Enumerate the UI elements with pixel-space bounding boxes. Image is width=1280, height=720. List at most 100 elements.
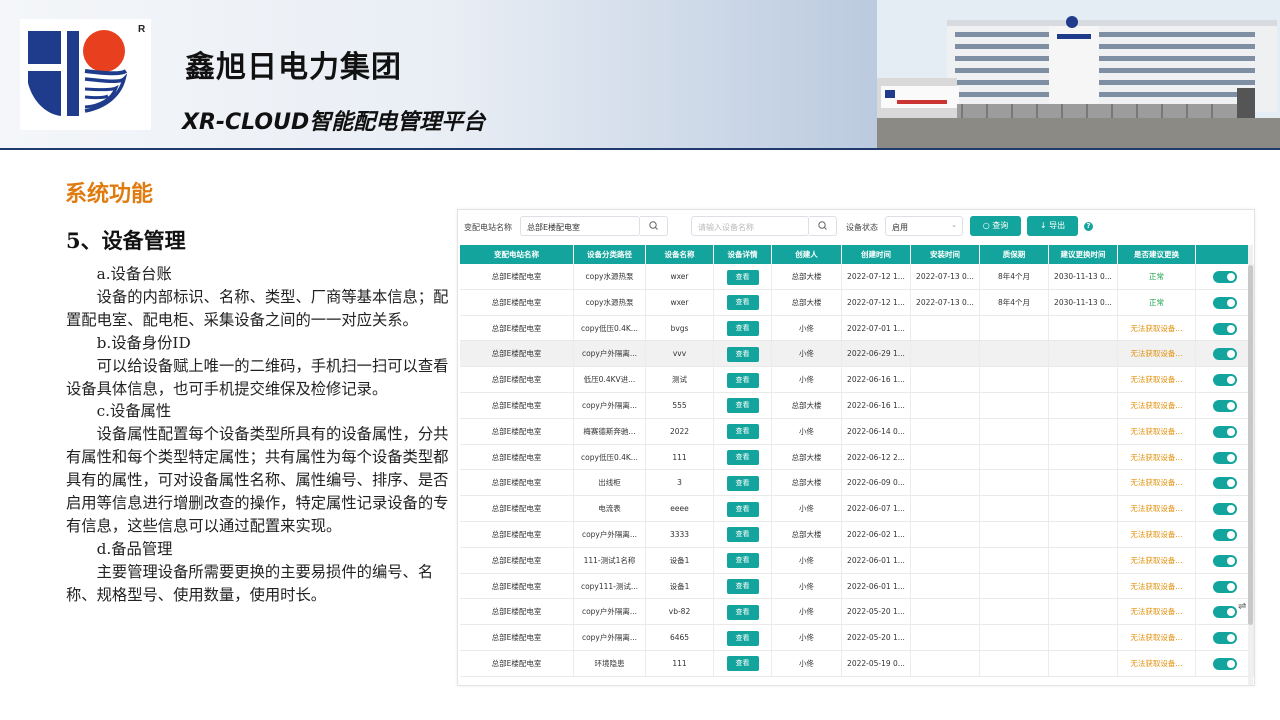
view-details-button[interactable]: 查看 — [726, 424, 759, 440]
view-details-button[interactable]: 查看 — [726, 346, 759, 362]
help-icon[interactable]: ? — [1084, 222, 1093, 231]
station-input[interactable]: 总部E楼配电室 — [520, 216, 640, 236]
query-button[interactable]: ○ 查询 — [970, 216, 1021, 236]
table-row[interactable]: 总部E楼配电室 copy水源热泵 wxer 查看 总部大楼 2022-07-12 1...… — [460, 264, 1254, 290]
column-header[interactable]: 变配电站名称 — [460, 245, 574, 264]
table-cell: vb-82 — [646, 599, 714, 625]
view-details-button[interactable]: 查看 — [726, 475, 759, 491]
scrollbar-thumb[interactable] — [1248, 265, 1253, 625]
enable-toggle[interactable] — [1212, 451, 1237, 464]
device-name-input[interactable]: 请输入设备名称 — [691, 216, 809, 236]
replace-advice-status: 无法获取设备... — [1130, 452, 1183, 462]
table-row[interactable]: 总部E楼配电室 低压0.4KV进... 测试 查看 小佟 2022-06-16 1... 无… — [460, 367, 1254, 393]
table-row[interactable]: 总部E楼配电室 copy户外隔离... 555 查看 总部大楼 2022-06-16 1.… — [460, 392, 1254, 419]
table-row[interactable]: 总部E楼配电室 copy水源热泵 wxer 查看 总部大楼 2022-07-12 1...… — [460, 289, 1254, 316]
table-row[interactable]: 总部E楼配电室 copy户外隔离... 6465 查看 小佟 2022-05-20 1..… — [460, 625, 1254, 651]
table-row[interactable]: 总部E楼配电室 出线柜 3 查看 总部大楼 2022-06-09 0... 无法获取设备..… — [460, 470, 1254, 497]
enable-toggle[interactable] — [1212, 296, 1237, 309]
enable-toggle[interactable] — [1212, 374, 1237, 387]
station-search-button[interactable] — [640, 216, 668, 236]
enable-toggle[interactable] — [1212, 348, 1237, 361]
table-cell: copy户外隔离... — [574, 625, 646, 650]
cell-text: 总部E楼配电室 — [491, 504, 542, 514]
table-row[interactable]: 总部E楼配电室 copy111-测试... 设备1 查看 小佟 2022-06-01 1.… — [460, 573, 1254, 600]
cell-text: 2030-11-13 0... — [1054, 297, 1112, 307]
platform-name: XR-CLOUD智能配电管理平台 — [182, 110, 486, 135]
table-row[interactable]: 总部E楼配电室 copy户外隔离... vvv 查看 小佟 2022-06-29 1...… — [460, 341, 1254, 368]
para-device-attr-heading: c.设备属性 — [96, 402, 172, 421]
table-cell: 总部大楼 — [772, 264, 842, 289]
table-cell: 查看 — [714, 573, 772, 599]
table-row[interactable]: 总部E楼配电室 环境隐患 111 查看 小佟 2022-05-19 0... 无法获取设备.… — [460, 650, 1254, 677]
enable-toggle[interactable] — [1212, 580, 1237, 593]
column-header[interactable]: 创建人 — [772, 245, 842, 264]
para-spare-parts: 主要管理设备所需要更换的主要易损件的编号、名称、规格型号、使用数量，使用时长。 — [66, 562, 434, 604]
enable-toggle[interactable] — [1212, 606, 1237, 619]
view-details-button[interactable]: 查看 — [726, 398, 759, 414]
view-details-button[interactable]: 查看 — [726, 604, 759, 620]
table-cell — [911, 625, 980, 650]
enable-toggle[interactable] — [1212, 503, 1237, 516]
column-header[interactable]: 质保期 — [980, 245, 1049, 264]
enable-toggle[interactable] — [1212, 554, 1237, 567]
table-row[interactable]: 总部E楼配电室 copy户外隔离... 3333 查看 总部大楼 2022-06-02 1… — [460, 521, 1254, 548]
column-header[interactable]: 建议更换时间 — [1049, 245, 1118, 264]
table-cell: 8年4个月 — [980, 264, 1049, 289]
table-row[interactable]: 总部E楼配电室 copy低压0.4K... 111 查看 总部大楼 2022-06-12 … — [460, 444, 1254, 471]
cell-text: 出线柜 — [598, 478, 621, 488]
column-header[interactable]: 设备详情 — [714, 245, 772, 264]
enable-toggle[interactable] — [1212, 657, 1237, 670]
table-cell: 2022-06-29 1... — [842, 341, 911, 367]
table-cell: 小佟 — [772, 573, 842, 599]
table-cell — [1196, 315, 1254, 341]
view-details-button[interactable]: 查看 — [726, 269, 759, 285]
enable-toggle[interactable] — [1212, 632, 1237, 645]
view-details-button[interactable]: 查看 — [726, 295, 759, 311]
column-header[interactable]: 是否建议更换 — [1118, 245, 1196, 264]
view-details-button[interactable]: 查看 — [726, 656, 759, 672]
column-header[interactable]: 安装时间 — [911, 245, 980, 264]
table-cell: 小佟 — [772, 341, 842, 367]
column-header[interactable] — [1196, 245, 1254, 264]
cell-text: 总部大楼 — [791, 400, 822, 410]
table-cell — [1049, 650, 1118, 676]
table-row[interactable]: 总部E楼配电室 梅赛德斯奔驰... 2022 查看 小佟 2022-06-14 0... 无… — [460, 418, 1254, 445]
view-details-button[interactable]: 查看 — [726, 372, 759, 388]
table-row[interactable]: 总部E楼配电室 111-测试1名称 设备1 查看 小佟 2022-06-01 1... 无法… — [460, 547, 1254, 574]
view-details-button[interactable]: 查看 — [726, 527, 759, 543]
enable-toggle[interactable] — [1212, 477, 1237, 490]
column-header[interactable]: 创建时间 — [842, 245, 911, 264]
enable-toggle[interactable] — [1212, 425, 1237, 438]
table-cell: 小佟 — [772, 599, 842, 625]
view-details-button[interactable]: 查看 — [726, 579, 759, 595]
cell-text: 总部E楼配电室 — [491, 452, 542, 462]
column-settings-icon[interactable]: ⇌ — [1238, 601, 1246, 612]
sub-title: 5、设备管理 — [66, 228, 186, 253]
device-search-button[interactable] — [809, 216, 837, 236]
company-logo — [20, 19, 151, 130]
table-row[interactable]: 总部E楼配电室 copy低压0.4K... bvgs 查看 小佟 2022-07-01 1… — [460, 315, 1254, 342]
view-details-button[interactable]: 查看 — [726, 630, 759, 646]
enable-toggle[interactable] — [1212, 528, 1237, 541]
view-details-button[interactable]: 查看 — [726, 321, 759, 337]
view-details-button[interactable]: 查看 — [726, 501, 759, 517]
replace-advice-status: 无法获取设备... — [1130, 607, 1183, 617]
table-cell: 3 — [646, 470, 714, 496]
status-select[interactable]: 启用 ⌄ — [885, 216, 963, 236]
replace-advice-status: 正常 — [1149, 297, 1164, 307]
view-details-button[interactable]: 查看 — [726, 553, 759, 569]
table-cell: copy低压0.4K... — [574, 444, 646, 470]
enable-toggle[interactable] — [1212, 271, 1237, 283]
table-cell: 查看 — [714, 599, 772, 625]
cell-text: 总部E楼配电室 — [491, 633, 542, 643]
table-cell: 总部E楼配电室 — [460, 625, 574, 650]
export-button[interactable]: ↓ 导出 — [1027, 216, 1078, 236]
column-header[interactable]: 设备名称 — [646, 245, 714, 264]
column-header[interactable]: 设备分类路径 — [574, 245, 646, 264]
table-row[interactable]: 总部E楼配电室 电流表 eeee 查看 小佟 2022-06-07 1... 无法获取设备.… — [460, 496, 1254, 522]
table-scrollbar[interactable] — [1248, 245, 1253, 685]
view-details-button[interactable]: 查看 — [726, 450, 759, 466]
enable-toggle[interactable] — [1212, 322, 1237, 335]
table-row[interactable]: 总部E楼配电室 copy户外隔离... vb-82 查看 小佟 2022-05-20 1.… — [460, 599, 1254, 626]
enable-toggle[interactable] — [1212, 399, 1237, 412]
